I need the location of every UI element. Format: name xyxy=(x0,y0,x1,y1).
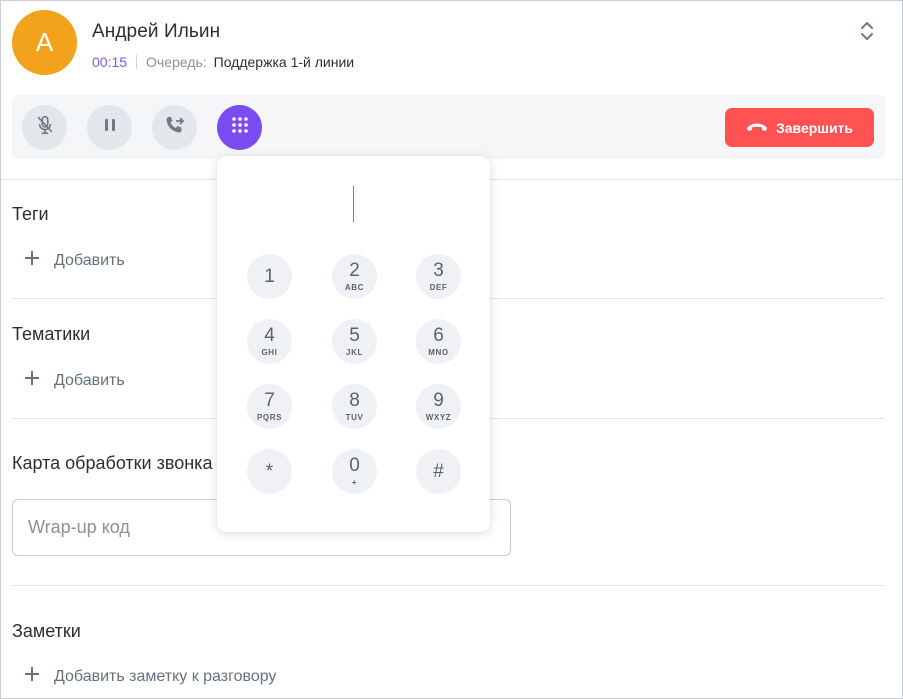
meta-separator xyxy=(136,55,138,69)
mute-button[interactable] xyxy=(22,105,67,150)
end-call-label: Завершить xyxy=(775,119,854,136)
dialpad-key-letters: ABC xyxy=(344,283,365,292)
dialpad-key-digit: 9 xyxy=(433,390,444,411)
microphone-off-icon xyxy=(34,114,56,141)
dialpad-key[interactable]: 9 WXYZ xyxy=(416,384,461,429)
hold-button[interactable] xyxy=(87,105,132,150)
plus-icon xyxy=(24,370,40,391)
notes-title: Заметки xyxy=(12,621,81,641)
pause-icon xyxy=(101,116,119,139)
call-meta: 00:15 Очередь: Поддержка 1-й линии xyxy=(92,54,354,70)
dialpad-key-letters: TUV xyxy=(345,413,364,422)
call-panel: А Андрей Ильин 00:15 Очередь: Поддержка … xyxy=(0,0,903,699)
topics-title: Тематики xyxy=(12,324,91,344)
dialpad-icon xyxy=(229,114,251,141)
dialpad-key[interactable]: 5 JKL xyxy=(332,319,377,364)
dialpad-key-letters: PQRS xyxy=(256,413,283,422)
dialpad-key-digit: # xyxy=(433,461,444,482)
dialpad-key-letters: + xyxy=(351,478,358,487)
dialpad-button[interactable] xyxy=(217,105,262,150)
add-note-label: Добавить заметку к разговору xyxy=(54,667,277,685)
dialpad-key-digit: 8 xyxy=(349,390,360,411)
add-topic-label: Добавить xyxy=(54,371,125,389)
add-tag-label: Добавить xyxy=(54,251,125,269)
tags-title: Теги xyxy=(12,204,49,224)
dialpad-key-digit: 1 xyxy=(264,266,275,287)
dialpad-key-digit: 6 xyxy=(433,325,444,346)
call-card-title: Карта обработки звонка xyxy=(12,453,213,473)
dialpad-key-digit: 0 xyxy=(349,455,360,476)
plus-icon xyxy=(24,666,40,687)
call-controls-bar: Завершить xyxy=(12,95,885,159)
dialpad-key-letters: JKL xyxy=(346,348,363,357)
dialpad-key-letters: MNO xyxy=(428,348,449,357)
avatar-letter: А xyxy=(35,27,54,57)
dial-number-input[interactable] xyxy=(217,186,490,222)
dialpad-key-digit: 2 xyxy=(349,260,360,281)
plus-icon xyxy=(24,250,40,271)
add-note-button[interactable]: Добавить заметку к разговору xyxy=(24,666,276,687)
queue-value: Поддержка 1-й линии xyxy=(213,54,355,70)
dialpad-key[interactable]: 6 MNO xyxy=(416,319,461,364)
dialpad-key-digit: 7 xyxy=(264,390,275,411)
end-call-button[interactable]: Завершить xyxy=(725,108,874,147)
avatar: А xyxy=(12,10,77,75)
dialpad-key-digit: 4 xyxy=(264,325,275,346)
section-divider xyxy=(12,585,885,586)
dialpad-key[interactable]: 4 GHI xyxy=(247,319,292,364)
dialpad-key-digit: 3 xyxy=(433,260,444,281)
caller-name: Андрей Ильин xyxy=(92,21,221,42)
add-topic-button[interactable]: Добавить xyxy=(24,370,125,391)
dialpad-key-letters: DEF xyxy=(429,283,448,292)
dialpad-key-digit: * xyxy=(265,461,274,482)
expand-collapse-icon[interactable] xyxy=(857,20,877,42)
phone-transfer-icon xyxy=(163,113,187,142)
dialpad-popup: 1 2 ABC 3 DEF 4 GHI 5 JKL 6 MNO 7 PQRS 8 TUV 9 WXYZ * 0 + # xyxy=(217,156,490,532)
transfer-button[interactable] xyxy=(152,105,197,150)
dialpad-key[interactable]: 7 PQRS xyxy=(247,384,292,429)
queue-label: Очередь: xyxy=(146,54,207,70)
dialpad-key-digit: 5 xyxy=(349,325,360,346)
dialpad-key[interactable]: 0 + xyxy=(332,449,377,494)
dialpad-key[interactable]: 1 xyxy=(247,254,292,299)
add-tag-button[interactable]: Добавить xyxy=(24,250,125,271)
dialpad-key[interactable]: * xyxy=(247,449,292,494)
dialpad-key[interactable]: # xyxy=(416,449,461,494)
call-timer: 00:15 xyxy=(92,54,128,70)
hang-up-icon xyxy=(746,120,768,136)
dialpad-key[interactable]: 2 ABC xyxy=(332,254,377,299)
dialpad-key-letters: WXYZ xyxy=(425,413,452,422)
dialpad-key[interactable]: 3 DEF xyxy=(416,254,461,299)
dialpad-key[interactable]: 8 TUV xyxy=(332,384,377,429)
dialpad-key-letters: GHI xyxy=(261,348,278,357)
text-caret xyxy=(353,186,354,222)
